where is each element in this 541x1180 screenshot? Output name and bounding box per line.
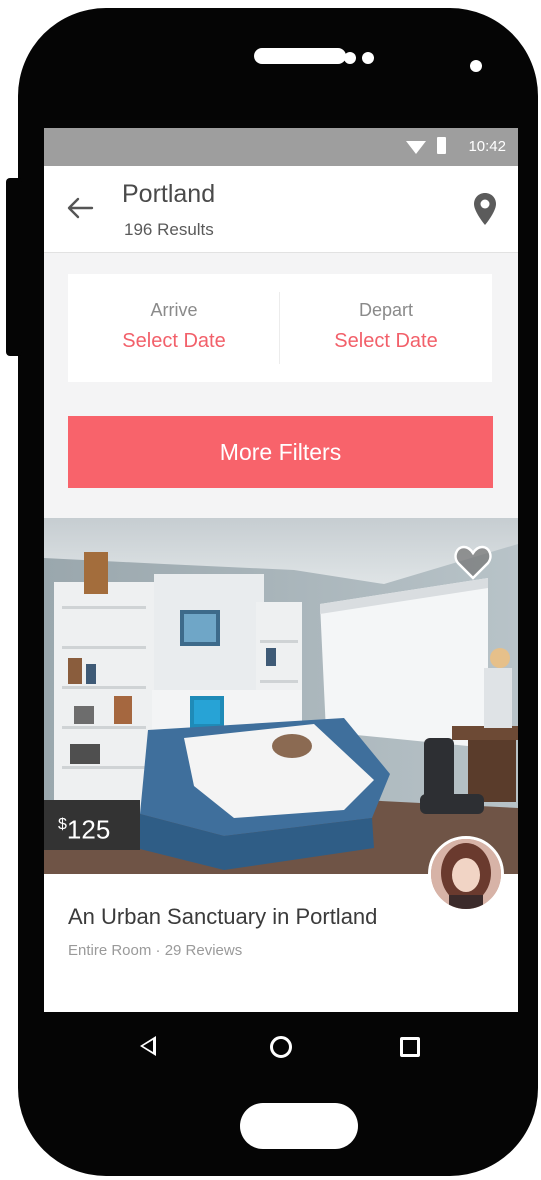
results-count: 196 Results <box>124 220 214 239</box>
hardware-home-button[interactable] <box>240 1103 358 1149</box>
android-nav-bar <box>44 1012 518 1082</box>
heart-icon[interactable] <box>454 544 492 580</box>
speaker-grille <box>254 48 346 64</box>
date-picker-card: Arrive Select Date Depart Select Date <box>68 274 492 382</box>
depart-date-selector[interactable]: Depart Select Date <box>280 274 492 382</box>
listing-title[interactable]: An Urban Sanctuary in Portland <box>68 904 377 930</box>
listing-meta: Entire Room · 29 Reviews <box>68 942 243 959</box>
depart-label: Depart <box>358 300 414 320</box>
app-bar: Portland 196 Results <box>44 166 518 253</box>
arrive-date-selector[interactable]: Arrive Select Date <box>68 274 280 382</box>
wifi-icon <box>406 141 426 154</box>
battery-icon <box>437 137 446 154</box>
price-amount: 125 <box>66 814 111 845</box>
recents-square-icon[interactable] <box>400 1037 420 1057</box>
back-triangle-icon[interactable] <box>140 1036 156 1056</box>
status-time: 10:42 <box>468 138 506 155</box>
listing-card[interactable]: $125 An Urban Sanctuary in Portland Enti… <box>44 518 518 1012</box>
arrow-left-icon[interactable] <box>66 196 94 220</box>
phone-screen: 10:42 Portland 196 Results Arrive Select… <box>44 128 518 1012</box>
host-avatar-image <box>431 839 501 909</box>
page-title: Portland <box>122 180 216 208</box>
depart-select-date[interactable]: Select Date <box>280 330 492 353</box>
home-circle-icon[interactable] <box>270 1036 292 1058</box>
front-camera <box>470 60 482 72</box>
arrive-label: Arrive <box>150 300 198 320</box>
currency-symbol: $ <box>58 816 67 833</box>
arrive-select-date[interactable]: Select Date <box>68 330 280 353</box>
status-bar: 10:42 <box>44 128 518 166</box>
side-volume-button[interactable] <box>6 178 22 356</box>
map-pin-icon[interactable] <box>472 192 498 226</box>
sensor-dot-2 <box>362 52 374 64</box>
more-filters-button[interactable]: More Filters <box>68 416 493 488</box>
sensor-dot-1 <box>344 52 356 64</box>
price-badge: $125 <box>44 800 140 850</box>
host-avatar[interactable] <box>428 836 504 912</box>
